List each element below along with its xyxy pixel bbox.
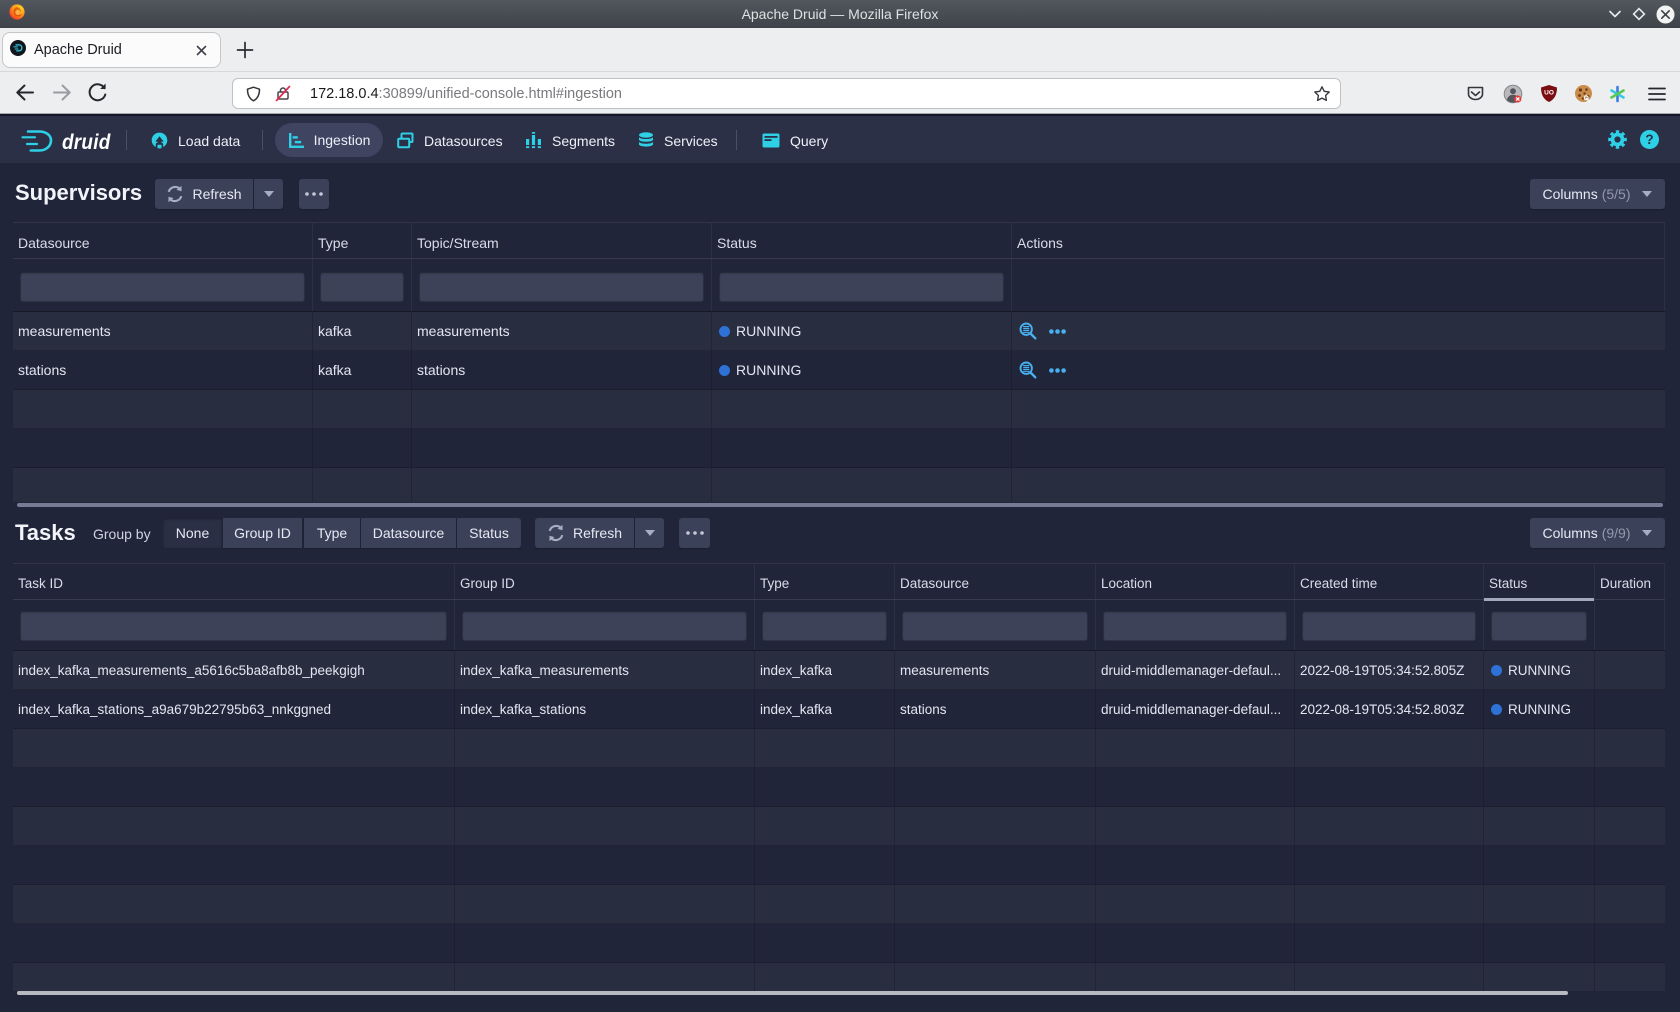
svg-text:UO: UO xyxy=(1544,90,1554,97)
svg-text:?: ? xyxy=(1645,132,1653,147)
svg-text:druid: druid xyxy=(62,131,111,154)
